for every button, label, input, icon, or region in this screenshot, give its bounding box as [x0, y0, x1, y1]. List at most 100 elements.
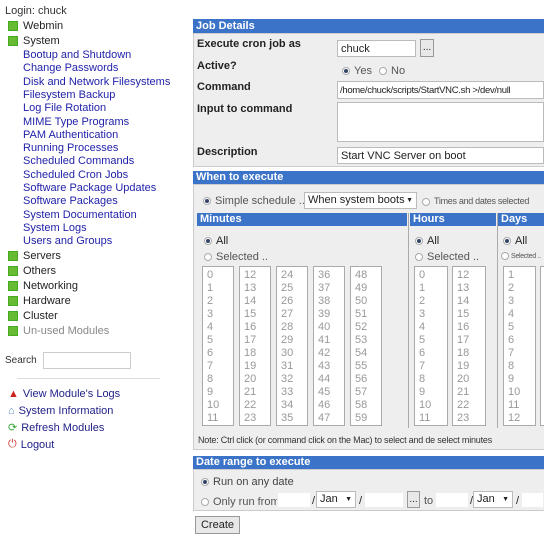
- option[interactable]: 3: [207, 308, 229, 321]
- option[interactable]: 6: [508, 334, 531, 347]
- search-input[interactable]: [43, 352, 131, 369]
- option[interactable]: 7: [207, 360, 229, 373]
- option[interactable]: 32: [281, 373, 303, 386]
- hours-all-radio[interactable]: All: [415, 235, 439, 247]
- minutes-listbox[interactable]: 24 25 26 27 28 29 30 31 32 33 34 35: [276, 266, 308, 426]
- option[interactable]: 4: [419, 321, 443, 334]
- option[interactable]: 54: [355, 347, 377, 360]
- refresh-modules-link[interactable]: ⟳ Refresh Modules: [8, 421, 104, 435]
- option[interactable]: 21: [244, 386, 266, 399]
- option[interactable]: 27: [281, 308, 303, 321]
- category-others[interactable]: Others: [8, 265, 56, 277]
- hours-listbox[interactable]: 0 1 2 3 4 5 6 7 8 9 10 11: [414, 266, 448, 426]
- option[interactable]: 10: [508, 386, 531, 399]
- simple-schedule-select[interactable]: When system boots ▼: [304, 192, 417, 209]
- option[interactable]: 43: [318, 360, 340, 373]
- minutes-selected-radio[interactable]: Selected ..: [204, 251, 268, 263]
- option[interactable]: 3: [419, 308, 443, 321]
- option[interactable]: 4: [207, 321, 229, 334]
- option[interactable]: 51: [355, 308, 377, 321]
- description-input[interactable]: Start VNC Server on boot: [337, 147, 544, 164]
- option[interactable]: 7: [419, 360, 443, 373]
- module-link[interactable]: Log File Rotation: [23, 102, 106, 114]
- option[interactable]: 9: [207, 386, 229, 399]
- option[interactable]: 22: [244, 399, 266, 412]
- option[interactable]: 23: [244, 412, 266, 425]
- option[interactable]: 59: [355, 412, 377, 425]
- option[interactable]: 1: [207, 282, 229, 295]
- option[interactable]: 55: [355, 360, 377, 373]
- hours-selected-radio[interactable]: Selected ..: [415, 251, 479, 263]
- option[interactable]: 50: [355, 295, 377, 308]
- to-month-select[interactable]: Jan ▼: [473, 491, 513, 508]
- active-yes-radio[interactable]: Yes: [342, 65, 372, 77]
- module-link[interactable]: Running Processes: [23, 142, 118, 154]
- to-year-input[interactable]: [521, 492, 544, 508]
- option[interactable]: 8: [207, 373, 229, 386]
- option[interactable]: 13: [457, 282, 481, 295]
- option[interactable]: 37: [318, 282, 340, 295]
- option[interactable]: 2: [508, 282, 531, 295]
- option[interactable]: 31: [281, 360, 303, 373]
- category-un-used-modules[interactable]: Un-used Modules: [8, 325, 109, 337]
- system-information-link[interactable]: ⌂ System Information: [8, 405, 113, 417]
- option[interactable]: 9: [419, 386, 443, 399]
- input-to-command-textarea[interactable]: [337, 102, 544, 142]
- option[interactable]: 48: [355, 269, 377, 282]
- option[interactable]: 28: [281, 321, 303, 334]
- hours-listbox[interactable]: 12 13 14 15 16 17 18 19 20 21 22 23: [452, 266, 486, 426]
- option[interactable]: 1: [419, 282, 443, 295]
- module-link[interactable]: System Logs: [23, 222, 87, 234]
- option[interactable]: 8: [419, 373, 443, 386]
- option[interactable]: 9: [508, 373, 531, 386]
- option[interactable]: 14: [244, 295, 266, 308]
- option[interactable]: 17: [457, 334, 481, 347]
- option[interactable]: 35: [281, 412, 303, 425]
- logout-link[interactable]: ⏻ Logout: [8, 438, 54, 451]
- category-hardware[interactable]: Hardware: [8, 295, 71, 307]
- option[interactable]: 3: [508, 295, 531, 308]
- option[interactable]: 36: [318, 269, 340, 282]
- option[interactable]: 21: [457, 386, 481, 399]
- only-run-from-radio[interactable]: Only run from: [201, 496, 280, 508]
- option[interactable]: 15: [457, 308, 481, 321]
- option[interactable]: 26: [281, 295, 303, 308]
- option[interactable]: 22: [457, 399, 481, 412]
- from-date-picker-button[interactable]: ...: [407, 491, 420, 508]
- module-link[interactable]: Change Passwords: [23, 62, 118, 74]
- option[interactable]: 13: [244, 282, 266, 295]
- days-all-radio[interactable]: All: [503, 235, 527, 247]
- minutes-listbox[interactable]: 0 1 2 3 4 5 6 7 8 9 10 11: [202, 266, 234, 426]
- option[interactable]: 20: [457, 373, 481, 386]
- minutes-listbox[interactable]: 36 37 38 39 40 41 42 43 44 45 46 47: [313, 266, 345, 426]
- option[interactable]: 41: [318, 334, 340, 347]
- option[interactable]: 47: [318, 412, 340, 425]
- option[interactable]: 18: [244, 347, 266, 360]
- minutes-listbox[interactable]: 48 49 50 51 52 53 54 55 56 57 58 59: [350, 266, 382, 426]
- module-link[interactable]: Scheduled Cron Jobs: [23, 169, 128, 181]
- option[interactable]: 25: [281, 282, 303, 295]
- option[interactable]: 56: [355, 373, 377, 386]
- option[interactable]: 18: [457, 347, 481, 360]
- option[interactable]: 16: [244, 321, 266, 334]
- option[interactable]: 15: [244, 308, 266, 321]
- option[interactable]: 7: [508, 347, 531, 360]
- category-cluster[interactable]: Cluster: [8, 310, 58, 322]
- from-month-select[interactable]: Jan ▼: [316, 491, 356, 508]
- option[interactable]: 10: [419, 399, 443, 412]
- from-day-input[interactable]: [277, 492, 311, 508]
- category-servers[interactable]: Servers: [8, 250, 61, 262]
- category-system[interactable]: System: [8, 35, 60, 47]
- module-link[interactable]: Scheduled Commands: [23, 155, 134, 167]
- view-logs-link[interactable]: ▲ View Module's Logs: [8, 388, 120, 400]
- option[interactable]: 6: [207, 347, 229, 360]
- option[interactable]: 12: [457, 269, 481, 282]
- option[interactable]: 11: [508, 399, 531, 412]
- option[interactable]: 40: [318, 321, 340, 334]
- option[interactable]: 12: [244, 269, 266, 282]
- category-networking[interactable]: Networking: [8, 280, 78, 292]
- minutes-listbox[interactable]: 12 13 14 15 16 17 18 19 20 21 22 23: [239, 266, 271, 426]
- option[interactable]: 12: [508, 412, 531, 425]
- option[interactable]: 5: [207, 334, 229, 347]
- option[interactable]: 34: [281, 399, 303, 412]
